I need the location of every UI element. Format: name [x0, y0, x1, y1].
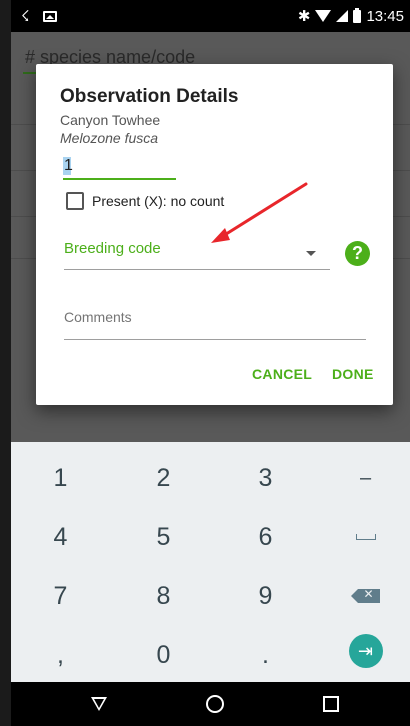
key-space[interactable] [316, 508, 410, 566]
comments-field[interactable] [64, 302, 366, 340]
cancel-button[interactable]: CANCEL [252, 366, 312, 382]
breeding-code-dropdown[interactable]: Breeding code [64, 234, 330, 270]
image-notification-icon [43, 0, 57, 32]
home-icon [206, 695, 224, 713]
count-field[interactable]: 1 [63, 154, 176, 180]
status-right-group: ✱ 13:45 [298, 0, 404, 32]
status-bar: ☇ ✱ 13:45 [11, 0, 410, 32]
key-next[interactable]: ⇥ [316, 622, 410, 680]
count-value[interactable]: 1 [64, 157, 73, 175]
status-time: 13:45 [366, 7, 404, 25]
battery-icon [353, 7, 362, 23]
key-1[interactable]: 1 [11, 449, 110, 507]
navigation-bar [11, 682, 410, 726]
present-label: Present (X): no count [92, 193, 225, 209]
space-icon [355, 534, 376, 540]
key-comma[interactable]: , [11, 626, 110, 684]
wifi-icon [315, 10, 332, 22]
observation-details-dialog: Observation Details Canyon Towhee Melozo… [36, 64, 393, 405]
key-backspace[interactable]: ✕ [316, 567, 410, 625]
key-5[interactable]: 5 [114, 508, 213, 566]
recents-button[interactable] [301, 682, 361, 726]
done-button[interactable]: DONE [332, 366, 374, 382]
bluetooth-icon: ✱ [297, 8, 311, 25]
signal-icon [336, 10, 349, 22]
present-checkbox-row[interactable]: Present (X): no count [66, 192, 224, 210]
key-8[interactable]: 8 [114, 567, 213, 625]
key-9[interactable]: 9 [216, 567, 315, 625]
comments-input[interactable] [64, 302, 366, 332]
key-7[interactable]: 7 [11, 567, 110, 625]
backspace-icon: ✕ [350, 587, 380, 603]
key-4[interactable]: 4 [11, 508, 110, 566]
home-button[interactable] [185, 682, 245, 726]
device-screen: ☇ ✱ 13:45 # species name/code Observatio… [11, 0, 410, 726]
numeric-keyboard: 1 2 3 – 4 5 6 7 8 9 ✕ , 0 . ⇥ [11, 442, 410, 682]
key-0[interactable]: 0 [114, 626, 213, 684]
species-common-name: Canyon Towhee [60, 112, 161, 128]
help-icon[interactable]: ? [345, 241, 370, 266]
dialog-title: Observation Details [60, 86, 239, 107]
dropdown-arrow-icon [306, 251, 316, 256]
present-checkbox[interactable] [66, 192, 84, 210]
back-button[interactable] [69, 682, 129, 726]
key-6[interactable]: 6 [216, 508, 315, 566]
next-field-icon: ⇥ [348, 634, 383, 668]
key-minus[interactable]: – [316, 449, 410, 507]
back-icon [91, 697, 107, 711]
usb-debug-icon: ☇ [21, 8, 30, 25]
key-2[interactable]: 2 [114, 449, 213, 507]
key-period[interactable]: . [216, 626, 315, 684]
key-3[interactable]: 3 [216, 449, 315, 507]
breeding-code-label: Breeding code [64, 240, 161, 257]
species-scientific-name: Melozone fusca [60, 130, 159, 146]
recents-icon [323, 696, 339, 712]
